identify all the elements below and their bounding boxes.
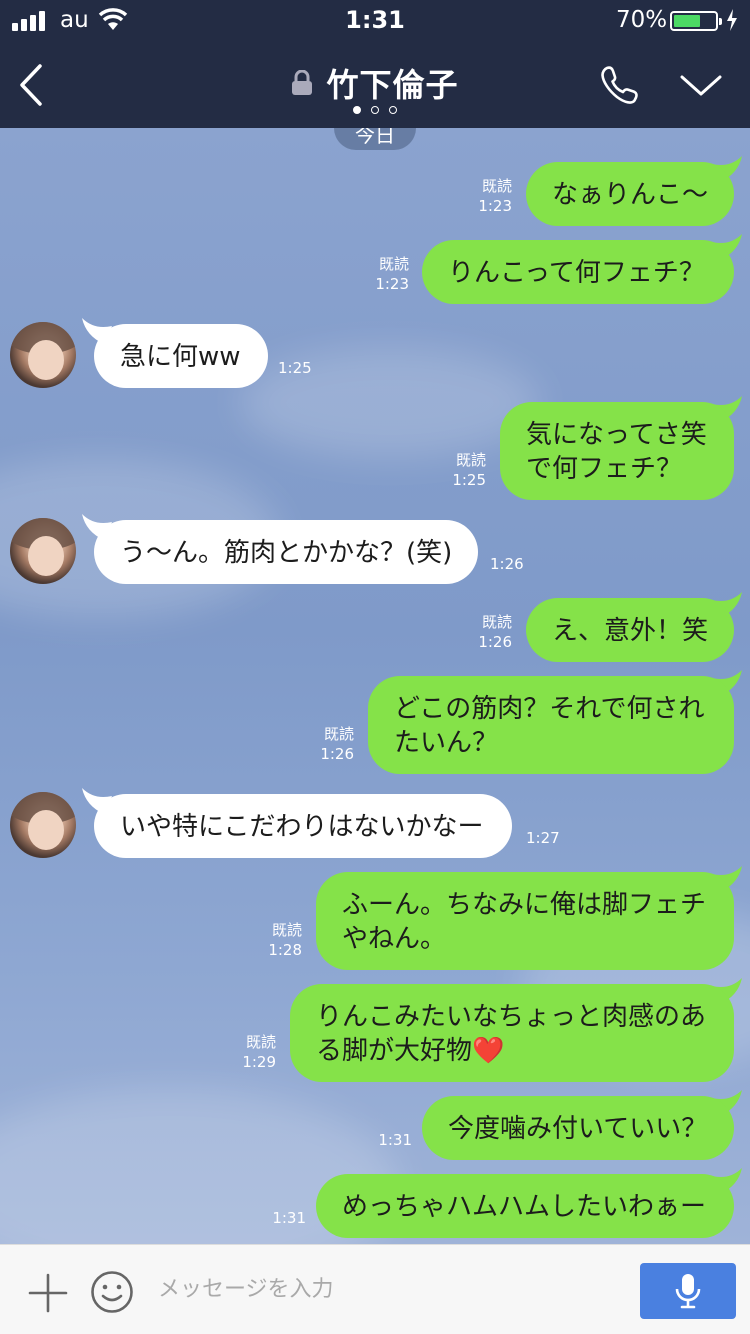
message-time: 1:29 — [242, 1053, 276, 1071]
message-text: う〜ん。筋肉とかかな？(笑) — [120, 538, 453, 568]
message-time: 1:28 — [268, 941, 302, 959]
message-meta: 1:31 — [366, 1130, 412, 1150]
message-meta: 既読 1:23 — [363, 254, 409, 294]
message-time: 1:25 — [452, 471, 486, 489]
message-meta: 既読 1:29 — [230, 1032, 276, 1072]
message-bubble[interactable]: めっちゃハムハムしたいわぁー — [316, 1174, 734, 1238]
message-text: たいん？ — [394, 728, 499, 758]
page-dot — [353, 106, 361, 114]
message-bubble[interactable]: 急に何ww — [94, 324, 268, 388]
chat-title: 竹下倫子 — [326, 66, 459, 104]
battery-icon — [670, 11, 722, 31]
emoji-smiley-icon[interactable] — [90, 1270, 134, 1314]
message-bubble[interactable]: どこの筋肉？それで何され たいん？ — [368, 676, 734, 774]
message-time: 1:25 — [278, 359, 312, 377]
message-input[interactable] — [158, 1267, 618, 1311]
voice-message-button[interactable] — [640, 1263, 736, 1319]
message-bubble[interactable]: う〜ん。筋肉とかかな？(笑) — [94, 520, 478, 584]
microphone-icon — [675, 1274, 701, 1309]
message-text: る脚が大好物❤️ — [316, 1036, 505, 1066]
message-text: 気になってさ笑 — [526, 420, 707, 450]
message-text: りんこみたいなちょっと肉感のあ — [316, 1002, 707, 1032]
message-bubble[interactable]: 気になってさ笑 で何フェチ？ — [500, 402, 734, 500]
contact-avatar[interactable] — [10, 518, 76, 584]
date-separator: 今日 — [334, 128, 416, 150]
chat-history[interactable]: 今日 なぁりんこ〜 既読 1:23 りんこって何フェチ？ 既読 1:23 急に何ww 1:25… — [0, 128, 750, 1244]
read-receipt: 既読 — [455, 451, 486, 469]
page-dot — [371, 106, 379, 114]
message-time: 1:31 — [272, 1209, 306, 1227]
battery-percent: 70% — [616, 7, 668, 33]
lock-icon — [292, 70, 313, 95]
message-text: で何フェチ？ — [526, 454, 683, 484]
call-phone-icon[interactable] — [598, 64, 640, 106]
message-text: いや特にこだわりはないかなー — [120, 812, 484, 842]
message-meta: 既読 1:26 — [466, 612, 512, 652]
message-text: めっちゃハムハムしたいわぁー — [342, 1192, 707, 1222]
message-text: ふーん。ちなみに俺は脚フェチ — [342, 890, 707, 920]
charging-bolt-icon — [727, 9, 737, 31]
message-time: 1:23 — [375, 275, 409, 293]
message-time: 1:26 — [320, 745, 354, 763]
message-time: 1:27 — [526, 829, 560, 847]
message-meta: 既読 1:26 — [308, 724, 354, 764]
message-meta: 1:26 — [490, 554, 536, 574]
contact-avatar[interactable] — [10, 322, 76, 388]
read-receipt: 既読 — [481, 613, 512, 631]
read-receipt: 既読 — [481, 177, 512, 195]
read-receipt: 既読 — [245, 1033, 276, 1051]
message-text: 急に何ww — [120, 342, 241, 372]
message-bubble[interactable]: え、意外！笑 — [526, 598, 734, 662]
message-meta: 既読 1:25 — [440, 450, 486, 490]
message-bubble[interactable]: なぁりんこ〜 — [526, 162, 734, 226]
menu-chevron-down-icon[interactable] — [680, 74, 722, 98]
page-dot — [389, 106, 397, 114]
message-bubble[interactable]: いや特にこだわりはないかなー — [94, 794, 512, 858]
message-meta: 既読 1:23 — [466, 176, 512, 216]
status-bar: au 1:31 70% — [0, 0, 750, 40]
message-time: 1:23 — [478, 197, 512, 215]
add-plus-icon[interactable] — [28, 1273, 68, 1313]
message-meta: 1:27 — [526, 828, 572, 848]
message-text: どこの筋肉？それで何され — [394, 694, 705, 724]
message-time: 1:31 — [378, 1131, 412, 1149]
chat-header: au 1:31 70% 竹下倫子 — [0, 0, 750, 128]
message-time: 1:26 — [490, 555, 524, 573]
message-bubble[interactable]: ふーん。ちなみに俺は脚フェチ やねん。 — [316, 872, 734, 970]
message-time: 1:26 — [478, 633, 512, 651]
message-bubble[interactable]: りんこって何フェチ？ — [422, 240, 734, 304]
contact-avatar[interactable] — [10, 792, 76, 858]
read-receipt: 既読 — [271, 921, 302, 939]
message-text: りんこって何フェチ？ — [448, 258, 705, 288]
message-text: え、意外！笑 — [552, 616, 709, 646]
message-text: なぁりんこ〜 — [552, 180, 709, 210]
nav-bar: 竹下倫子 — [0, 50, 750, 120]
message-text: やねん。 — [342, 924, 447, 954]
message-bubble[interactable]: 今度噛み付いていい？ — [422, 1096, 734, 1160]
message-text: 今度噛み付いていい？ — [448, 1114, 708, 1144]
message-input-bar — [0, 1244, 750, 1334]
message-meta: 1:25 — [278, 358, 324, 378]
page-indicator — [0, 106, 750, 114]
message-bubble[interactable]: りんこみたいなちょっと肉感のあ る脚が大好物❤️ — [290, 984, 734, 1082]
message-meta: 既読 1:28 — [256, 920, 302, 960]
read-receipt: 既読 — [323, 725, 354, 743]
read-receipt: 既読 — [378, 255, 409, 273]
message-meta: 1:31 — [260, 1208, 306, 1228]
